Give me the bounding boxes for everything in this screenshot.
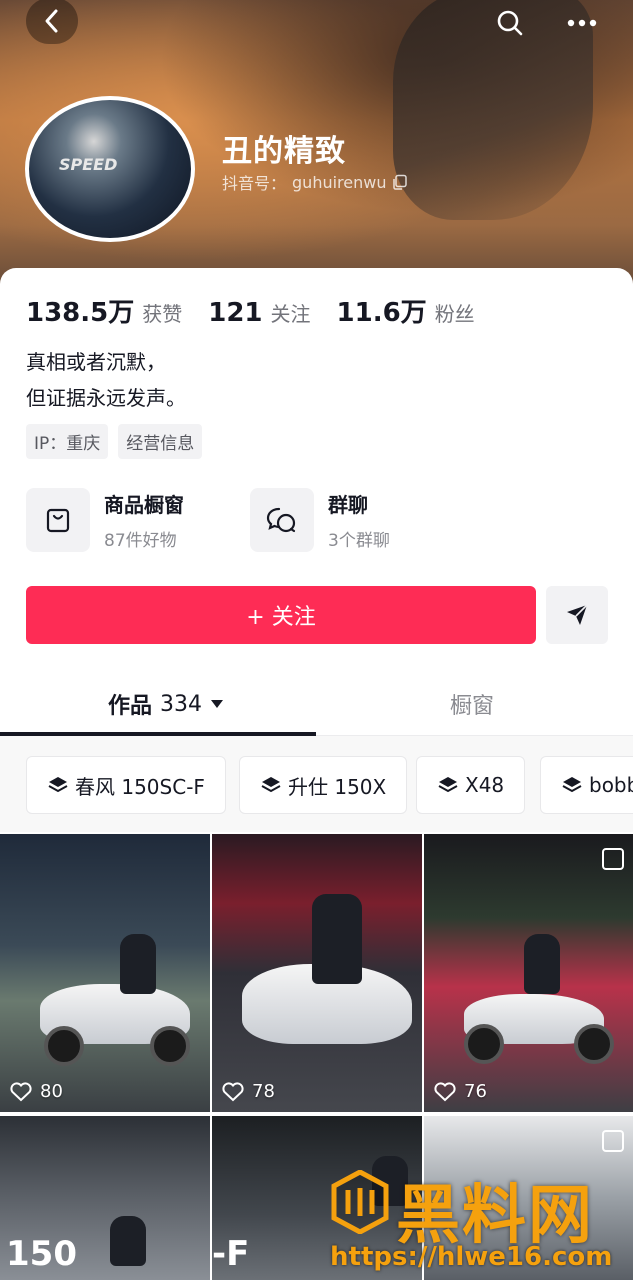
group-chat-title: 群聊 — [328, 493, 368, 517]
group-chat-sub: 3个群聊 — [328, 531, 390, 551]
multi-image-icon — [602, 848, 624, 870]
video-thumbnail[interactable]: 76 — [424, 834, 633, 1112]
shop-window-title: 商品橱窗 — [104, 493, 184, 517]
stat-likes[interactable]: 138.5万 获赞 — [26, 292, 182, 329]
watermark-url: https://hlwe16.com — [330, 1242, 613, 1272]
layers-icon — [562, 777, 582, 793]
bio-line-1: 真相或者沉默， — [26, 350, 166, 374]
video-likes-count: 76 — [464, 1081, 487, 1102]
collection-chip[interactable]: X48 — [416, 756, 526, 814]
layers-icon — [438, 777, 458, 793]
handle-value: guhuirenwu — [292, 172, 387, 192]
services-row: 商品橱窗 87件好物 群聊 3个群聊 — [26, 488, 440, 552]
rider-graphic — [524, 934, 560, 994]
profile-name: 丑的精致 — [222, 134, 346, 169]
tag-row: IP：重庆 经营信息 — [26, 424, 203, 459]
shop-window-sub: 87件好物 — [104, 531, 177, 551]
stat-followers-label: 粉丝 — [434, 302, 475, 326]
chat-icon-box — [250, 488, 314, 552]
video-thumbnail[interactable]: 78 — [212, 834, 422, 1112]
copy-icon[interactable] — [392, 174, 408, 190]
stat-following[interactable]: 121 关注 — [208, 298, 310, 328]
search-button[interactable] — [484, 0, 536, 46]
stat-likes-label: 获赞 — [142, 302, 183, 326]
tab-works-label: 作品 — [108, 694, 153, 719]
stat-followers-value: 11.6万 — [336, 298, 427, 328]
bio-line-2: 但证据永远发声。 — [26, 386, 186, 410]
video-likes: 80 — [10, 1081, 63, 1102]
heart-icon — [222, 1081, 244, 1101]
follow-button-label: + 关注 — [246, 605, 316, 630]
wheel-graphic — [574, 1024, 614, 1064]
tab-works[interactable]: 作品 334 — [108, 688, 224, 720]
wheel-graphic — [44, 1026, 84, 1066]
stat-following-label: 关注 — [270, 302, 311, 326]
layers-icon — [48, 777, 68, 793]
share-button[interactable] — [546, 586, 608, 644]
video-likes: 76 — [434, 1081, 487, 1102]
watermark-logo-icon — [331, 1170, 389, 1234]
content-tabs: 作品 334 橱窗 — [0, 680, 633, 736]
profile-sheet: 138.5万 获赞 121 关注 11.6万 粉丝 真相或者沉默， 但证据永远发… — [0, 268, 633, 1280]
collection-chip-label: X48 — [465, 773, 505, 797]
video-thumbnail[interactable]: 80 — [0, 834, 210, 1112]
tab-window[interactable]: 橱窗 — [450, 688, 494, 720]
multi-image-icon — [602, 1130, 624, 1152]
collection-chip[interactable]: 春风 150SC-F — [26, 756, 226, 814]
collection-chip-label: 春风 150SC-F — [75, 774, 205, 799]
collection-chip-label: bobb — [589, 773, 633, 797]
handle-label: 抖音号： — [222, 174, 287, 193]
chat-bubbles-icon — [266, 507, 296, 533]
stat-following-value: 121 — [208, 298, 263, 328]
layers-icon — [261, 777, 281, 793]
search-icon — [497, 10, 523, 36]
video-likes-count: 80 — [40, 1081, 63, 1102]
stats-row: 138.5万 获赞 121 关注 11.6万 粉丝 — [26, 292, 475, 329]
bio: 真相或者沉默， 但证据永远发声。 — [26, 344, 186, 416]
collection-chip-label: 升仕 150X — [288, 774, 387, 799]
video-likes-count: 78 — [252, 1081, 275, 1102]
shopping-bag-icon — [46, 508, 70, 533]
stat-followers[interactable]: 11.6万 粉丝 — [337, 292, 475, 329]
watermark: 黑料网 https://hlwe16.com — [330, 1150, 630, 1280]
follow-button[interactable]: + 关注 — [26, 586, 536, 644]
chevron-left-icon — [45, 9, 58, 33]
collection-chip[interactable]: 升仕 150X — [239, 756, 408, 814]
avatar[interactable]: SPEED — [25, 96, 195, 242]
stat-likes-value: 138.5万 — [26, 298, 135, 328]
collections-row: 春风 150SC-F 升仕 150X X48 bobb — [0, 736, 633, 832]
wheel-graphic — [150, 1026, 190, 1066]
ip-location-tag: IP：重庆 — [26, 424, 109, 459]
shop-icon-box — [26, 488, 90, 552]
heart-icon — [434, 1081, 456, 1101]
video-overlay-text: 150 — [6, 1234, 77, 1274]
avatar-shirt-text: SPEED — [59, 155, 118, 174]
group-chat-entry[interactable]: 群聊 3个群聊 — [250, 488, 440, 552]
more-button[interactable] — [556, 0, 608, 46]
video-overlay-text: -F — [212, 1234, 250, 1274]
business-info-tag[interactable]: 经营信息 — [118, 424, 203, 459]
send-icon — [567, 604, 588, 625]
video-likes: 78 — [222, 1081, 275, 1102]
video-thumbnail[interactable]: 150 — [0, 1116, 210, 1280]
tab-window-label: 橱窗 — [450, 694, 495, 719]
shop-window-entry[interactable]: 商品橱窗 87件好物 — [26, 488, 216, 552]
handle-row[interactable]: 抖音号： guhuirenwu — [222, 170, 408, 194]
caret-down-icon[interactable] — [210, 699, 224, 709]
wheel-graphic — [464, 1024, 504, 1064]
tab-works-count: 334 — [160, 691, 203, 717]
rider-graphic — [312, 894, 362, 984]
rider-graphic — [110, 1216, 146, 1266]
heart-icon — [10, 1081, 32, 1101]
more-icon — [567, 19, 597, 27]
back-button[interactable] — [26, 0, 78, 44]
collection-chip[interactable]: bobb — [540, 756, 633, 814]
rider-graphic — [120, 934, 156, 994]
